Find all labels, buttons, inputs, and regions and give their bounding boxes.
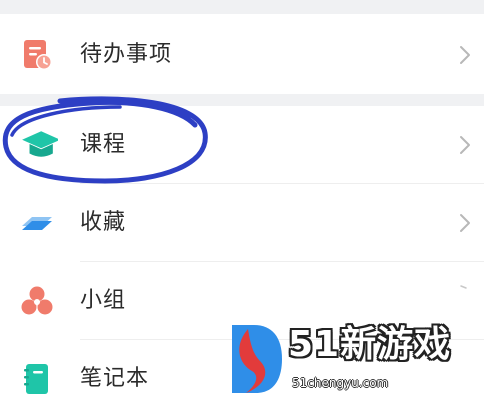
section-gap [0, 94, 484, 106]
notebook-icon [24, 364, 48, 394]
menu-item-label: 课程 [80, 132, 127, 157]
menu-item-todo[interactable]: 待办事项 [0, 16, 484, 94]
top-gap [0, 0, 484, 14]
group-circles-icon [21, 286, 53, 315]
todo-clock-icon [24, 40, 52, 70]
menu-item-label: 收藏 [80, 210, 127, 235]
chevron-right-icon [460, 214, 470, 232]
layers-icon [22, 217, 52, 230]
menu-item-label: 笔记本 [80, 366, 150, 391]
watermark: 51新游戏 51chengyu.com [222, 315, 484, 413]
menu-item-courses[interactable]: 课程 [0, 106, 484, 184]
graduation-cap-icon [22, 131, 58, 157]
menu-item-label: 待办事项 [80, 42, 173, 67]
chevron-right-icon [460, 46, 470, 64]
watermark-url: 51chengyu.com [292, 376, 389, 390]
menu-item-label: 小组 [80, 288, 127, 313]
watermark-logo-icon [232, 325, 282, 393]
menu-item-favorites[interactable]: 收藏 [0, 184, 484, 262]
chevron-right-icon [460, 285, 467, 289]
chevron-right-icon [460, 136, 470, 154]
watermark-brand: 51新游戏 [288, 324, 452, 365]
